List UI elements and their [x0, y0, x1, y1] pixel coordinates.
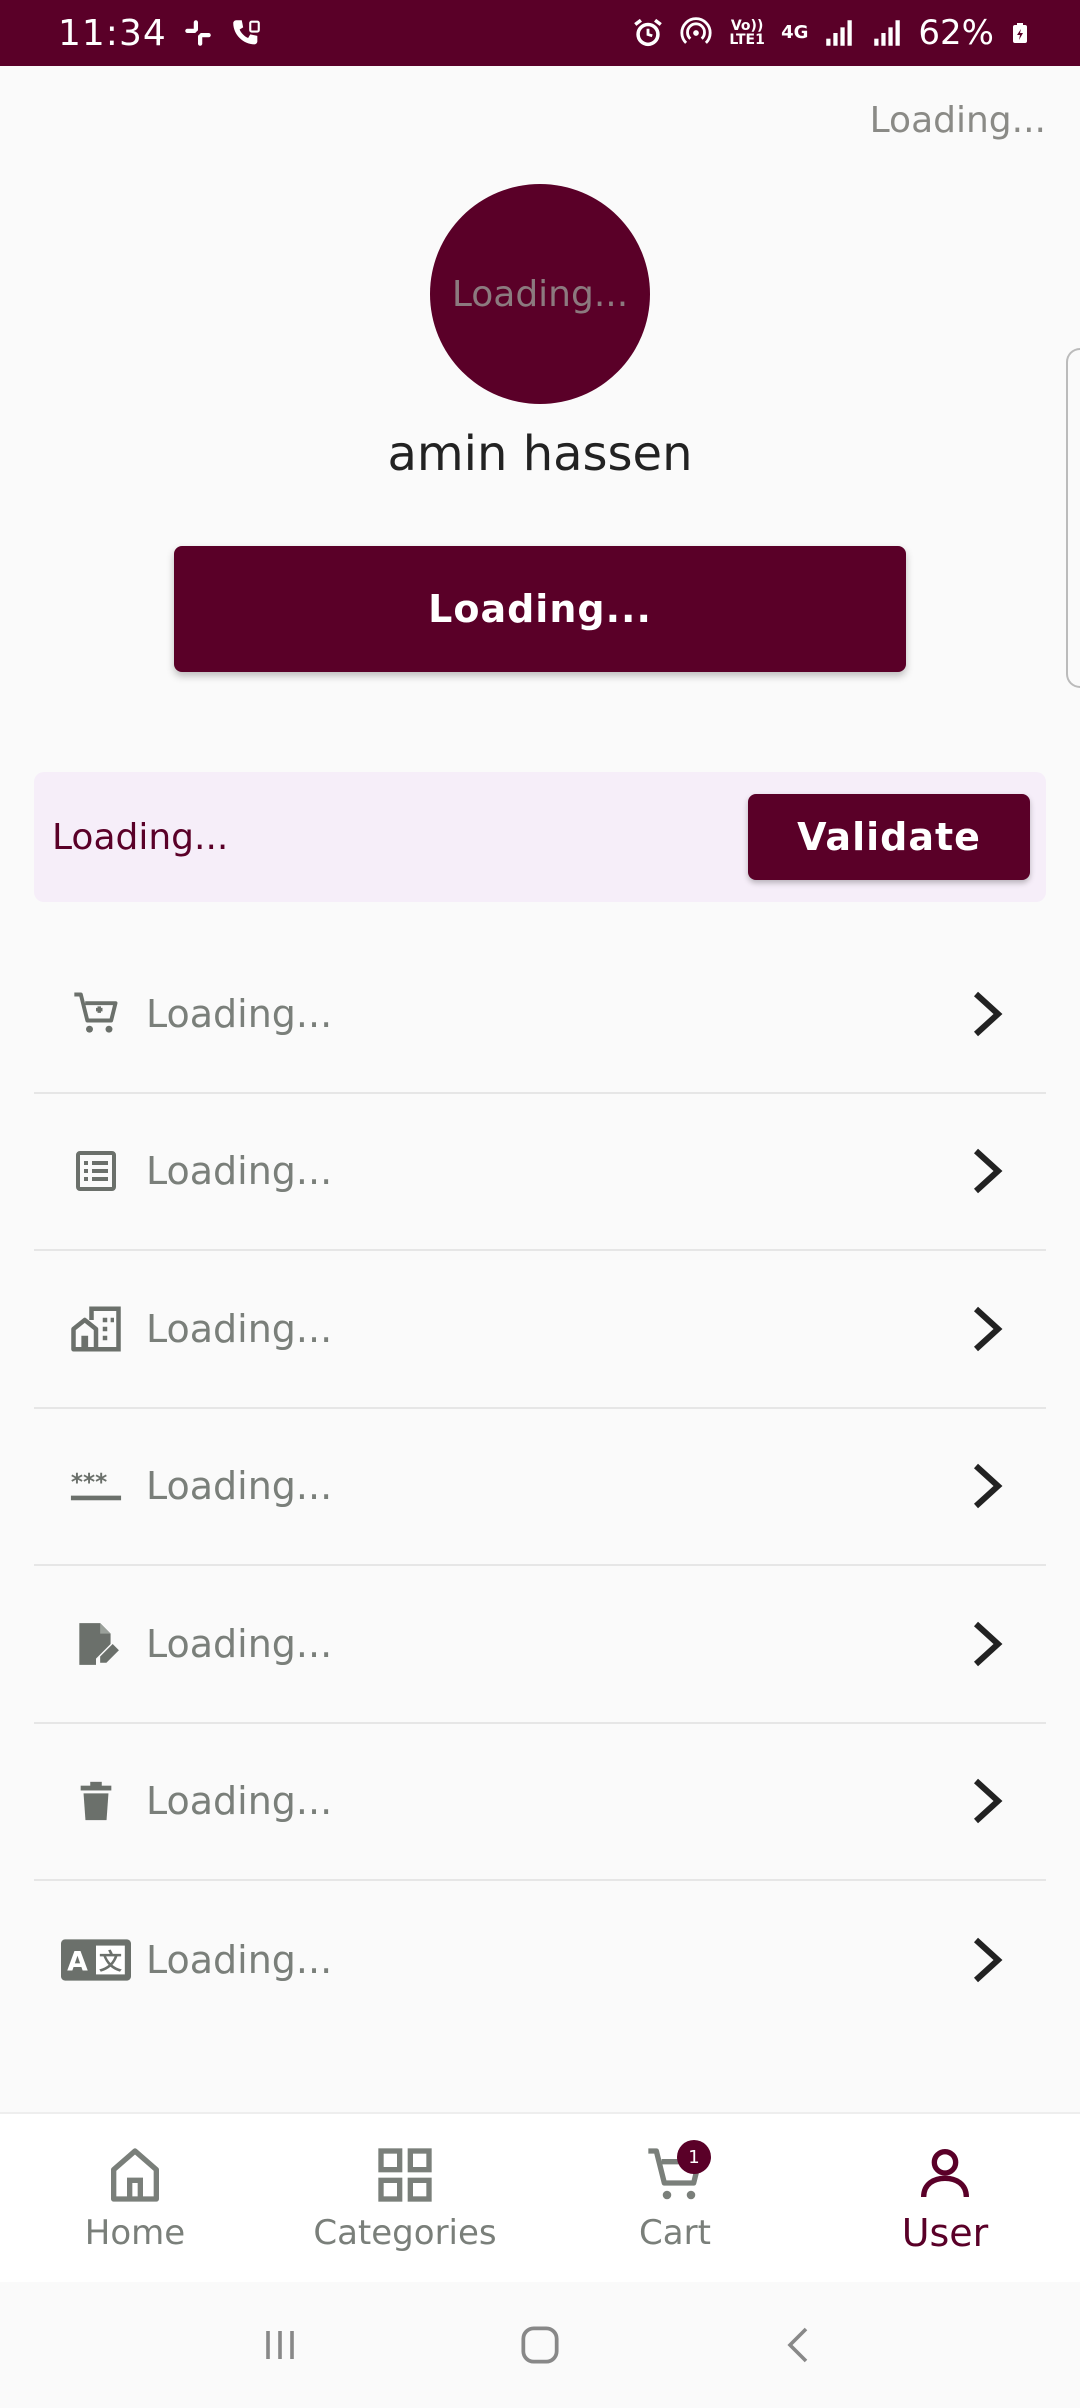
menu-item-edit[interactable]: Loading... — [34, 1566, 1046, 1724]
menu-item-label: Loading... — [146, 1306, 333, 1351]
chevron-right-icon — [973, 991, 1003, 1036]
nav-label-home: Home — [84, 2213, 186, 2253]
svg-text:A: A — [67, 1946, 88, 1977]
header-loading-text[interactable]: Loading... — [870, 100, 1046, 141]
status-right: Vo)) LTE1 4G 62% — [631, 13, 1032, 53]
network-type: 4G — [781, 22, 809, 43]
cart-badge: 1 — [677, 2140, 711, 2174]
recent-apps-button[interactable] — [250, 2315, 310, 2375]
menu-item-label: Loading... — [146, 1149, 333, 1194]
password-icon: *** — [60, 1458, 132, 1514]
avatar-text: Loading... — [451, 273, 629, 315]
nav-item-home[interactable]: Home — [0, 2114, 270, 2282]
menu-item-address[interactable]: Loading... — [34, 1251, 1046, 1409]
menu-item-delete[interactable]: Loading... — [34, 1724, 1046, 1881]
chevron-right-icon — [973, 1779, 1003, 1824]
profile-action-button[interactable]: Loading... — [174, 546, 906, 672]
building-icon — [60, 1301, 132, 1357]
signal-icon-1 — [826, 20, 853, 46]
svg-text:文: 文 — [99, 1948, 122, 1975]
scroll-edge-handle[interactable] — [1066, 348, 1080, 688]
menu-item-password[interactable]: *** Loading... — [34, 1409, 1046, 1566]
status-bar: 11:34 Vo)) LTE1 4G 62% — [0, 0, 1080, 66]
chevron-right-icon — [973, 1464, 1003, 1509]
battery-percent: 62% — [918, 13, 994, 53]
trash-icon — [60, 1773, 132, 1829]
nav-item-user[interactable]: User — [810, 2114, 1080, 2282]
menu-item-language[interactable]: A 文 Loading... — [34, 1881, 1046, 2039]
back-button[interactable] — [770, 2315, 830, 2375]
system-nav-bar — [0, 2282, 1080, 2408]
volte-indicator: Vo)) LTE1 — [729, 18, 765, 48]
home-icon — [111, 2148, 159, 2202]
nav-label-cart: Cart — [639, 2213, 711, 2253]
grid-icon — [378, 2148, 432, 2202]
list-icon — [60, 1143, 132, 1199]
user-name: amin hassen — [387, 426, 693, 482]
validate-card: Loading... Validate — [34, 772, 1046, 902]
slack-icon — [185, 20, 211, 46]
edit-document-icon — [60, 1616, 132, 1672]
nav-item-categories[interactable]: Categories — [270, 2114, 540, 2282]
battery-icon — [1013, 23, 1027, 43]
menu-item-list[interactable]: Loading... — [34, 1094, 1046, 1251]
menu-item-label: Loading... — [146, 1464, 333, 1509]
status-time: 11:34 — [58, 12, 167, 54]
nav-label-categories: Categories — [313, 2213, 497, 2253]
back-icon — [787, 2327, 808, 2363]
alarm-icon — [634, 18, 662, 47]
profile-action-label: Loading... — [428, 587, 652, 631]
signal-icon-2 — [874, 20, 901, 46]
validate-button-label: Validate — [797, 815, 981, 859]
chevron-right-icon — [973, 1937, 1003, 1982]
menu-item-label: Loading... — [146, 1779, 333, 1824]
menu-item-label: Loading... — [146, 1621, 333, 1666]
home-circle-icon — [521, 2326, 559, 2364]
validate-button[interactable]: Validate — [748, 794, 1030, 880]
status-left: 11:34 — [58, 13, 263, 54]
call-icon — [233, 20, 260, 45]
translate-icon: A 文 — [60, 1932, 132, 1988]
chevron-right-icon — [973, 1621, 1003, 1666]
recent-apps-icon — [266, 2331, 294, 2359]
menu-item-label: Loading... — [146, 1937, 333, 1982]
avatar[interactable]: Loading... — [430, 184, 650, 404]
hotspot-icon — [680, 17, 712, 44]
nav-item-cart[interactable]: 1 Cart — [540, 2114, 810, 2282]
chevron-right-icon — [973, 1306, 1003, 1351]
bottom-nav: Home Categories 1 Cart User — [0, 2112, 1080, 2282]
settings-menu: Loading... Loading... Loading... *** Loa… — [34, 936, 1046, 2039]
menu-item-label: Loading... — [146, 991, 333, 1036]
nav-label-user: User — [901, 2211, 989, 2255]
menu-item-orders[interactable]: Loading... — [34, 936, 1046, 1094]
chevron-right-icon — [973, 1149, 1003, 1194]
home-button[interactable] — [510, 2315, 570, 2375]
user-icon — [921, 2149, 969, 2198]
svg-text:***: *** — [71, 1470, 107, 1496]
cart-icon — [60, 986, 132, 1042]
validate-label: Loading... — [52, 816, 229, 858]
